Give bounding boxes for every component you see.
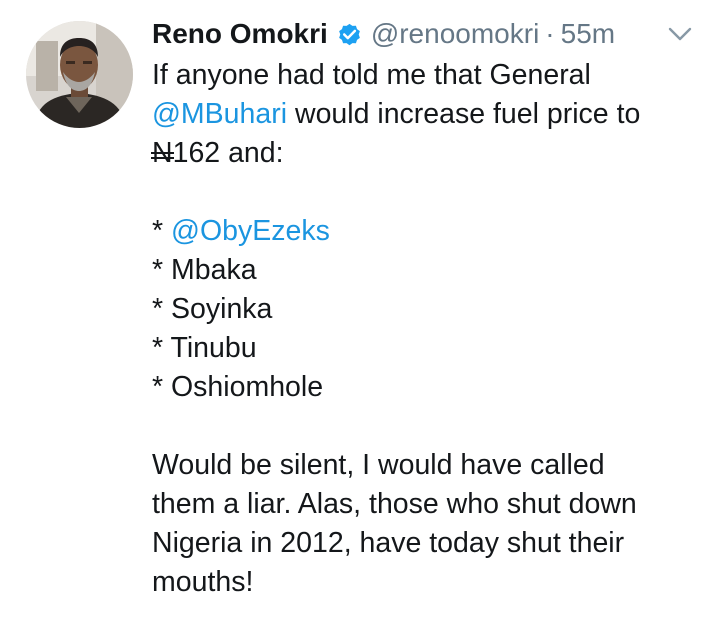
- tweet-line-text: 162 and:: [172, 137, 284, 169]
- chevron-down-icon[interactable]: [666, 24, 694, 44]
- tweet-text: If anyone had told me that General @MBuh…: [151, 56, 697, 602]
- user-avatar-photo: [26, 21, 133, 128]
- list-item-text: Oshiomhole: [171, 371, 324, 403]
- tweet-timestamp[interactable]: 55m: [561, 18, 615, 50]
- tweet-line-text: Would be silent, I would have called: [152, 449, 605, 481]
- list-item: * @ObyEzeks: [152, 212, 697, 251]
- list-bullet: *: [152, 371, 172, 403]
- tweet-line: Nigeria in 2012, have today shut their: [152, 524, 697, 563]
- user-handle[interactable]: @renoomokri: [371, 18, 539, 50]
- list-bullet: *: [152, 293, 172, 325]
- header-separator: ·: [545, 18, 555, 49]
- tweet-line-text: them a liar. Alas, those who shut down: [152, 488, 637, 520]
- list-bullet: *: [152, 215, 172, 247]
- list-item: * Tinubu: [152, 329, 697, 368]
- tweet-line: mouths!: [152, 563, 697, 602]
- list-bullet: *: [152, 254, 172, 286]
- verified-badge-icon: [336, 21, 363, 48]
- tweet-line-text: would increase fuel price to: [287, 98, 641, 130]
- list-item: * Mbaka: [152, 251, 697, 290]
- tweet-line: If anyone had told me that General: [152, 56, 697, 95]
- mention-link[interactable]: @MBuhari: [152, 98, 287, 130]
- list-item-text: Soyinka: [171, 293, 273, 325]
- tweet-line-text: Nigeria in 2012, have today shut their: [152, 527, 625, 559]
- tweet-line: Would be silent, I would have called: [152, 446, 697, 485]
- tweet-line: N162 and:: [151, 134, 697, 173]
- list-item: * Soyinka: [152, 290, 697, 329]
- tweet-line: them a liar. Alas, those who shut down: [152, 485, 697, 524]
- display-name[interactable]: Reno Omokri: [152, 18, 328, 50]
- tweet-line-text: mouths!: [152, 566, 254, 598]
- tweet-line: @MBuhari would increase fuel price to: [152, 95, 697, 134]
- list-bullet: *: [152, 332, 171, 364]
- tweet-card[interactable]: Reno Omokri @renoomokri · 55m If anyone …: [0, 0, 720, 632]
- tweet-header: Reno Omokri @renoomokri · 55m: [152, 14, 615, 54]
- tweet-line-text: If anyone had told me that General: [152, 59, 591, 91]
- mention-link[interactable]: @ObyEzeks: [171, 215, 330, 247]
- user-avatar[interactable]: [26, 21, 133, 128]
- list-item: * Oshiomhole: [152, 368, 697, 407]
- list-item-text: Mbaka: [171, 254, 257, 286]
- naira-symbol: N: [151, 134, 174, 173]
- list-item-text: Tinubu: [170, 332, 257, 364]
